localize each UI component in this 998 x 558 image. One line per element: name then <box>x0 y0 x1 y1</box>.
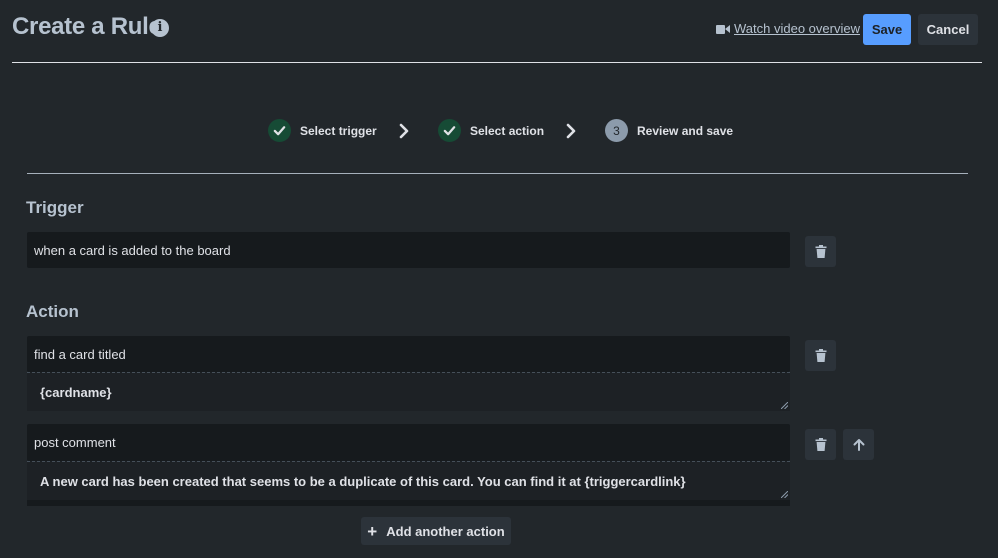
check-icon <box>438 119 461 142</box>
comment-value-input[interactable]: A new card has been created that seems t… <box>27 461 790 500</box>
delete-action-button[interactable] <box>805 340 836 371</box>
resize-handle-icon[interactable] <box>781 402 788 409</box>
trash-icon <box>815 438 826 451</box>
action-heading: Action <box>26 302 79 321</box>
chevron-right-icon <box>566 123 576 139</box>
arrow-up-icon <box>853 439 864 451</box>
cancel-button[interactable]: Cancel <box>918 14 978 45</box>
page-title: Create a Rule <box>12 13 162 40</box>
action-field-bottom <box>27 500 790 506</box>
move-up-button[interactable] <box>843 429 874 460</box>
step-label: Select trigger <box>300 123 377 138</box>
check-icon <box>268 119 291 142</box>
action-value-input[interactable]: {cardname} <box>27 372 790 411</box>
step-review-and-save[interactable]: 3 Review and save <box>605 119 733 142</box>
comment-value-text: A new card has been created that seems t… <box>40 473 686 489</box>
delete-trigger-button[interactable] <box>805 236 836 267</box>
trash-icon <box>815 245 826 258</box>
section-divider <box>27 173 968 174</box>
step-select-trigger[interactable]: Select trigger <box>268 119 377 142</box>
video-camera-icon <box>716 24 730 34</box>
step-select-action[interactable]: Select action <box>438 119 544 142</box>
step-number: 3 <box>605 119 628 142</box>
trash-icon <box>815 349 826 362</box>
stepper: Select trigger Select action 3 Review an… <box>0 119 998 143</box>
watch-video-link[interactable]: Watch video overview <box>716 21 860 36</box>
plus-icon: + <box>367 521 378 541</box>
delete-action-button[interactable] <box>805 429 836 460</box>
add-another-action-button[interactable]: + Add another action <box>361 517 511 545</box>
header-divider <box>12 62 982 63</box>
save-button[interactable]: Save <box>863 14 911 45</box>
action-value-text: {cardname} <box>40 384 112 400</box>
action-field-post-comment[interactable]: post comment <box>27 424 790 461</box>
step-label: Review and save <box>637 123 734 138</box>
chevron-right-icon <box>399 123 409 139</box>
add-action-label: Add another action <box>386 523 505 539</box>
trigger-heading: Trigger <box>26 198 84 217</box>
info-icon[interactable]: i <box>151 19 169 37</box>
step-label: Select action <box>470 123 545 138</box>
watch-video-label: Watch video overview <box>734 21 860 36</box>
resize-handle-icon[interactable] <box>781 491 788 498</box>
trigger-field[interactable]: when a card is added to the board <box>27 232 790 268</box>
header: Create a Rule i Watch video overview Sav… <box>0 0 998 62</box>
action-field-find-card[interactable]: find a card titled <box>27 336 790 372</box>
